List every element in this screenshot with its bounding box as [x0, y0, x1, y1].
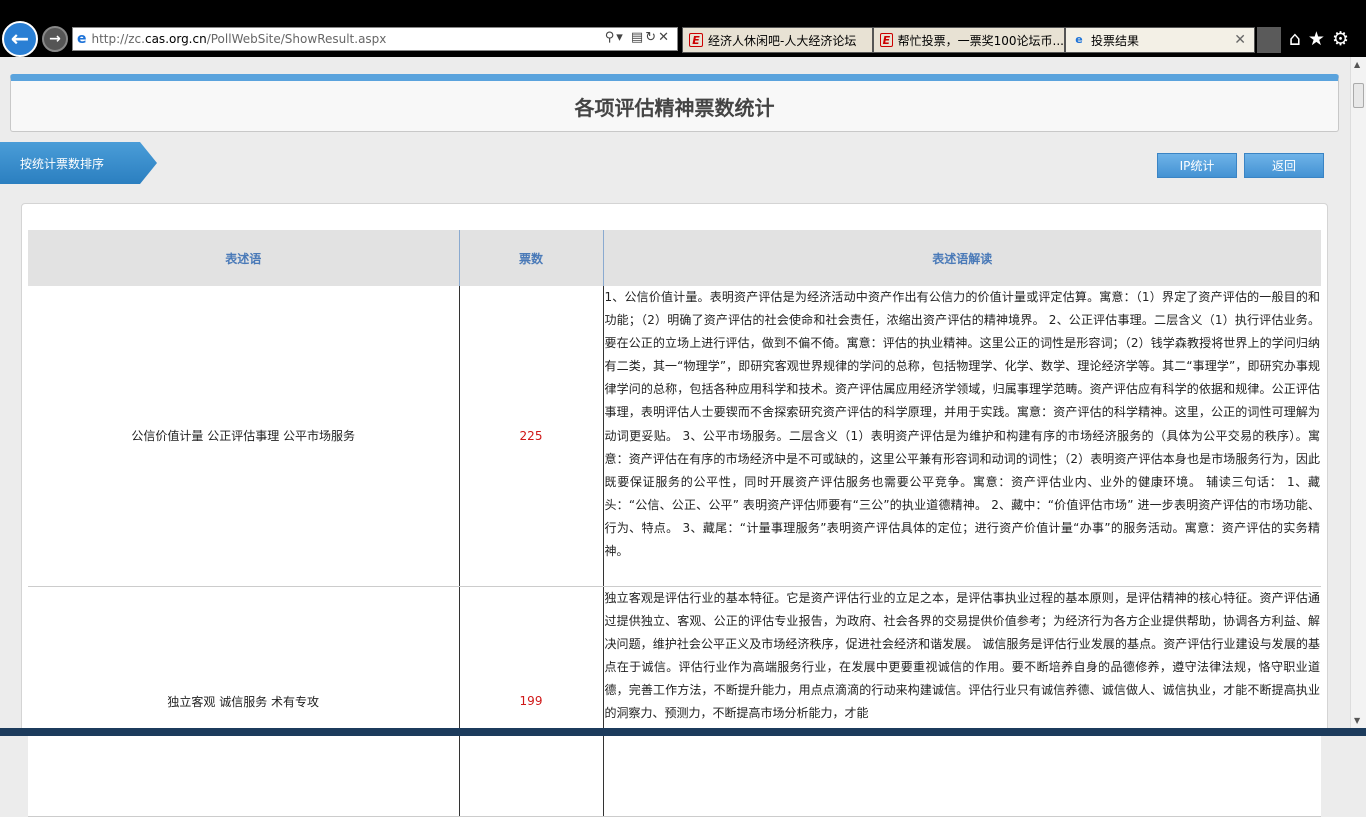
back-button[interactable]: 返回	[1244, 153, 1324, 178]
page-header: 各项评估精神票数统计	[10, 74, 1339, 132]
phrase-cell: 公信价值计量 公正评估事理 公平市场服务	[28, 286, 460, 587]
table-header-row: 表述语 票数 表述语解读	[28, 230, 1321, 286]
scroll-up-icon[interactable]: ▲	[1354, 60, 1360, 69]
url-host: cas.org.cn	[144, 32, 207, 46]
interpretation-cell: 独立客观是评估行业的基本特征。它是资产评估行业的立足之本，是评估事执业过程的基本…	[602, 586, 1321, 817]
tab-label: 经济人休闲吧-人大经济论坛	[708, 33, 857, 48]
red-e-icon: E	[689, 33, 703, 47]
red-e-icon: E	[880, 33, 893, 47]
ie-icon: e	[1075, 33, 1083, 46]
browser-tools: ⌂★⚙	[1289, 28, 1356, 50]
scroll-thumb[interactable]	[1353, 83, 1364, 108]
table-row: 公信价值计量 公正评估事理 公平市场服务 225 1、公信价值计量。表明资产评估…	[28, 286, 1321, 587]
tab-label: 投票结果	[1091, 33, 1140, 48]
interpretation-cell: 1、公信价值计量。表明资产评估是为经济活动中资产作出有公信力的价值计量或评定估算…	[602, 286, 1321, 587]
ie-icon: e	[77, 31, 87, 47]
page-title: 各项评估精神票数统计	[574, 95, 775, 120]
gear-icon[interactable]: ⚙	[1332, 28, 1356, 50]
address-bar[interactable]: e http://zc. cas.org.cn/PollWebSite/ShowR…	[72, 27, 678, 51]
new-tab-button[interactable]	[1257, 27, 1281, 53]
column-header-phrase: 表述语	[28, 230, 460, 286]
scroll-down-icon[interactable]: ▼	[1354, 716, 1360, 725]
phrase-cell: 独立客观 诚信服务 术有专攻	[28, 586, 460, 817]
votes-cell: 199	[459, 586, 604, 817]
home-icon[interactable]: ⌂	[1289, 28, 1308, 50]
vertical-scrollbar[interactable]: ▲ ▼	[1350, 57, 1366, 728]
url-prefix: http://zc.	[91, 32, 145, 46]
tab-label: 帮忙投票，一票奖100论坛币...	[897, 33, 1064, 48]
back-arrow-icon[interactable]: ←	[2, 21, 38, 57]
votes-cell: 225	[459, 286, 604, 587]
tab-vote-help[interactable]: E 帮忙投票，一票奖100论坛币...	[873, 27, 1065, 53]
close-tab-icon[interactable]: ✕	[1234, 32, 1246, 48]
ribbon-label: 按统计票数排序	[20, 157, 105, 171]
address-tools-icons[interactable]: ⚲▾ ▤↻✕	[605, 30, 671, 45]
os-taskbar	[0, 728, 1366, 736]
table-row: 独立客观 诚信服务 术有专攻 199 独立客观是评估行业的基本特征。它是资产评估…	[28, 586, 1321, 817]
column-header-votes: 票数	[459, 230, 604, 286]
sort-ribbon[interactable]: 按统计票数排序	[0, 142, 157, 184]
forward-arrow-icon[interactable]: →	[42, 26, 68, 52]
column-header-interpretation: 表述语解读	[603, 230, 1321, 286]
tab-forum[interactable]: E 经济人休闲吧-人大经济论坛	[682, 27, 873, 53]
tab-vote-result[interactable]: e 投票结果 ✕	[1065, 27, 1255, 53]
star-icon[interactable]: ★	[1308, 28, 1332, 50]
url-path: /PollWebSite/ShowResult.aspx	[206, 32, 387, 46]
ip-stats-button[interactable]: IP统计	[1157, 153, 1237, 178]
